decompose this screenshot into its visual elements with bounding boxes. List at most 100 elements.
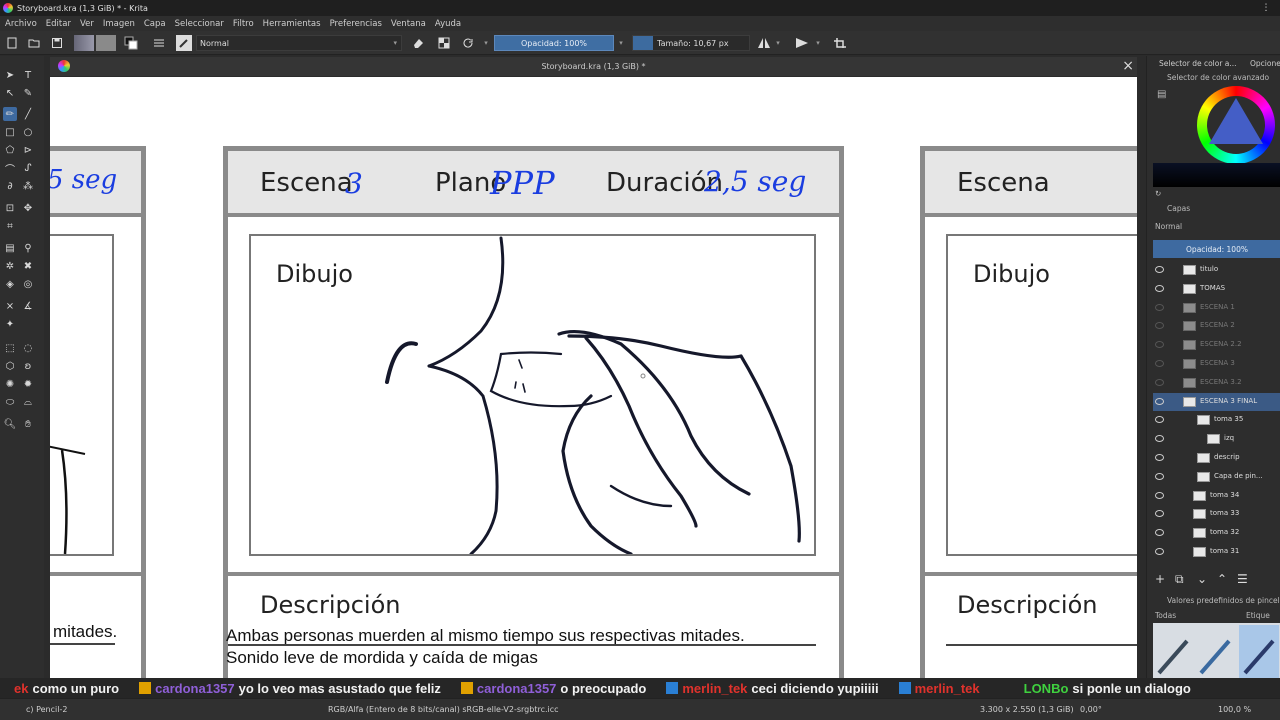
open-folder-icon[interactable]	[26, 35, 42, 51]
brush-preset-grid[interactable]	[1153, 623, 1280, 681]
dynamic-brush-icon[interactable]: ∂	[3, 179, 17, 193]
menu-filtro[interactable]: Filtro	[233, 19, 254, 29]
reference-tool-icon[interactable]: ✦	[3, 317, 17, 331]
ellipse-select-icon[interactable]: ◌	[21, 341, 35, 355]
polyline-tool-icon[interactable]: ⊳	[21, 143, 35, 157]
layer-row[interactable]: ESCENA 3.2	[1153, 374, 1280, 392]
layer-row[interactable]: titulo	[1153, 261, 1280, 279]
reload-dropdown-icon[interactable]: ▾	[482, 35, 490, 51]
visibility-eye-icon[interactable]	[1155, 416, 1164, 424]
size-slider[interactable]: Tamaño: 10,67 px	[632, 35, 750, 51]
magnetic-select-icon[interactable]: ⌓	[21, 395, 35, 409]
multibrush-icon[interactable]: ⁂	[21, 179, 35, 193]
pattern-swatch[interactable]	[96, 35, 116, 51]
layer-row[interactable]: toma 33	[1153, 505, 1280, 523]
menu-ver[interactable]: Ver	[80, 19, 94, 29]
color-triangle[interactable]	[1209, 98, 1263, 144]
pan-tool-icon[interactable]: ✋︎	[21, 417, 35, 431]
bezier-tool-icon[interactable]: ⌒	[3, 161, 17, 176]
brush-tag-select[interactable]: Etique	[1246, 611, 1270, 620]
layer-row[interactable]: ESCENA 2.2	[1153, 336, 1280, 354]
enclose-fill-icon[interactable]: ◎	[21, 277, 35, 291]
blend-mode-select[interactable]: Normal ▾	[196, 35, 402, 51]
visibility-eye-icon[interactable]	[1155, 548, 1164, 555]
visibility-eye-icon[interactable]	[1155, 378, 1164, 386]
status-rotation[interactable]: 0,00°	[1080, 705, 1102, 714]
layer-row[interactable]: toma 35	[1153, 411, 1280, 429]
calligraphy-icon[interactable]: ✎	[21, 86, 35, 100]
close-document-icon[interactable]: ×	[1122, 58, 1134, 74]
freehand-path-icon[interactable]: ᔑ	[21, 161, 35, 175]
measure-tool-icon[interactable]: ∡	[21, 299, 35, 313]
layer-row[interactable]: toma 32	[1153, 524, 1280, 542]
wrap-around-icon[interactable]	[832, 35, 848, 51]
bezier-select-icon[interactable]: ⬭	[3, 395, 17, 409]
smart-patch-icon[interactable]: ✖	[21, 259, 35, 273]
menu-preferencias[interactable]: Preferencias	[330, 19, 382, 29]
menu-capa[interactable]: Capa	[144, 19, 166, 29]
menu-editar[interactable]: Editar	[46, 19, 71, 29]
menu-ayuda[interactable]: Ayuda	[435, 19, 461, 29]
layer-row[interactable]: Capa de pin...	[1153, 468, 1280, 486]
visibility-eye-icon[interactable]	[1155, 360, 1164, 367]
similar-select-icon[interactable]: ✹	[21, 377, 35, 391]
zoom-tool-icon[interactable]: 🔍︎	[3, 417, 17, 431]
layer-row[interactable]: izq	[1153, 430, 1280, 448]
layers-opacity-slider[interactable]: Opacidad: 100%	[1153, 240, 1280, 258]
visibility-eye-icon[interactable]	[1155, 529, 1164, 537]
save-icon[interactable]	[49, 35, 65, 51]
line-tool-icon[interactable]: ╱	[21, 107, 35, 121]
polygon-select-icon[interactable]: ⬡	[3, 359, 17, 373]
color-selector-settings-icon[interactable]: ▤	[1157, 89, 1166, 100]
duplicate-layer-icon[interactable]: ⧉	[1175, 572, 1184, 587]
layer-row[interactable]: descrip	[1153, 449, 1280, 467]
transform-tool-icon[interactable]: ⊡	[3, 201, 17, 215]
fill-tool-icon[interactable]: ◈	[3, 277, 17, 291]
select-shape-icon[interactable]: ➤	[3, 68, 17, 82]
visibility-eye-icon[interactable]	[1155, 341, 1164, 349]
visibility-eye-icon[interactable]	[1155, 510, 1164, 518]
canvas[interactable]: 5 seg mitades. Escena 3 Plano PPP Duraci…	[50, 77, 1137, 684]
tab-options[interactable]: Opcione	[1250, 59, 1280, 68]
freehand-select-icon[interactable]: ʚ	[21, 359, 35, 373]
rectangle-tool-icon[interactable]: □	[3, 125, 17, 139]
layers-blend-mode[interactable]: Normal	[1155, 222, 1182, 231]
tab-color-selector[interactable]: Selector de color a...	[1159, 59, 1237, 68]
status-zoom[interactable]: 100,0 %	[1218, 705, 1251, 714]
eraser-icon[interactable]	[410, 35, 426, 51]
document-tab[interactable]: Storyboard.kra (1,3 GiB) * ×	[50, 57, 1137, 76]
fg-bg-color-icon[interactable]	[123, 35, 139, 51]
gradient-swatch[interactable]	[74, 35, 94, 51]
layer-row[interactable]: ESCENA 3	[1153, 355, 1280, 373]
layer-row[interactable]: toma 34	[1153, 487, 1280, 505]
layer-row[interactable]: ESCENA 2	[1153, 317, 1280, 335]
visibility-eye-icon[interactable]	[1155, 472, 1164, 480]
mirror-horizontal-icon[interactable]	[756, 35, 772, 51]
menu-imagen[interactable]: Imagen	[103, 19, 135, 29]
contiguous-select-icon[interactable]: ✺	[3, 377, 17, 391]
status-brush[interactable]: c) Pencil-2	[26, 705, 67, 714]
layer-row[interactable]: TOMAS	[1153, 280, 1280, 298]
mirror-h-dropdown-icon[interactable]: ▾	[774, 35, 782, 51]
new-document-icon[interactable]	[4, 35, 20, 51]
menu-seleccionar[interactable]: Seleccionar	[175, 19, 224, 29]
visibility-eye-icon[interactable]	[1155, 284, 1164, 292]
colorize-mask-icon[interactable]: ✲	[3, 259, 17, 273]
move-layer-down-icon[interactable]: ⌄	[1197, 572, 1207, 586]
visibility-eye-icon[interactable]	[1155, 397, 1164, 405]
window-menu-icon[interactable]: ⋮	[1260, 2, 1272, 14]
crop-tool-icon[interactable]: ⌗	[3, 219, 17, 233]
color-picker-icon[interactable]: ⚲	[21, 241, 35, 255]
visibility-eye-icon[interactable]	[1155, 491, 1164, 499]
color-wheel[interactable]	[1197, 86, 1275, 164]
visibility-eye-icon[interactable]	[1155, 454, 1164, 461]
visibility-eye-icon[interactable]	[1155, 266, 1164, 273]
move-layer-up-icon[interactable]: ⌃	[1217, 572, 1227, 586]
reload-preset-icon[interactable]	[460, 35, 476, 51]
layer-row[interactable]: toma 31	[1153, 543, 1280, 561]
history-icon[interactable]: ↻	[1155, 189, 1161, 198]
polygon-tool-icon[interactable]: ⬠	[3, 143, 17, 157]
menu-archivo[interactable]: Archivo	[5, 19, 37, 29]
freehand-brush-icon[interactable]: ✏	[3, 107, 17, 121]
layer-properties-icon[interactable]: ☰	[1237, 572, 1248, 586]
